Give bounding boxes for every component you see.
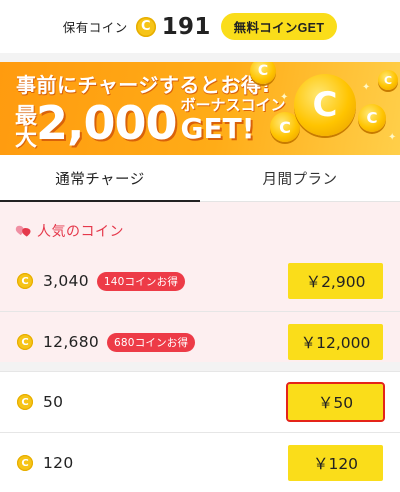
bonus-coin-banner[interactable]: 事前にチャージするとお得! 最大 2,000 ボーナスコイン GET! C C … [0, 62, 400, 155]
coin-icon: C [17, 273, 33, 289]
coin-icon: C [17, 334, 33, 350]
coin-amount: 50 [43, 393, 64, 411]
banner-coin-icon: C [378, 70, 398, 90]
price-button[interactable]: ￥50 [286, 382, 385, 422]
banner-coin-icon: C [358, 104, 386, 132]
banner-bonus-amount: 2,000 [36, 96, 178, 150]
bonus-badge: 680コインお得 [107, 332, 196, 352]
free-coin-get-button[interactable]: 無料コインGET [220, 13, 338, 40]
tab-normal-charge[interactable]: 通常チャージ [0, 155, 200, 202]
price-button[interactable]: ￥12,000 [288, 324, 383, 360]
coin-package-row: C 12,680 680コインお得 ￥12,000 [0, 312, 400, 372]
tab-monthly-plan[interactable]: 月間プラン [200, 155, 400, 201]
banner-offer: 最大 2,000 ボーナスコイン GET! [11, 96, 308, 150]
bonus-badge: 140コインお得 [96, 271, 186, 291]
popular-coins-section: 人気のコイン C 3,040 140コインお得 ￥2,900 C 12,680 … [0, 202, 400, 362]
sparkle-icon: ✦ [388, 132, 397, 143]
coin-package-row: C 50 ￥50 [0, 372, 400, 432]
coin-icon: C [17, 455, 33, 471]
banner-max-label: 最大 [11, 104, 36, 148]
owned-coin-count: 191 [161, 13, 211, 40]
coin-package-row: C 3,040 140コインお得 ￥2,900 [0, 251, 400, 311]
sparkle-icon: ✦ [280, 92, 289, 103]
coin-icon: C [17, 394, 33, 410]
banner-headline: 事前にチャージするとお得! [16, 73, 272, 97]
sparkle-icon: ✦ [362, 82, 371, 93]
owned-coins-label: 保有コイン [62, 20, 128, 35]
banner-large-coin-icon: C [294, 74, 356, 136]
coin-amount: 3,040 [43, 272, 89, 290]
banner-coin-icon: C [250, 62, 276, 84]
popular-coins-title: 人気のコイン [37, 224, 124, 240]
charge-tabs: 通常チャージ 月間プラン [0, 155, 400, 202]
price-button[interactable]: ￥2,900 [288, 263, 383, 299]
heart-icon [15, 225, 31, 237]
banner-bonus-text: ボーナスコイン GET! [181, 96, 286, 144]
coin-purchase-page: 保有コイン C 191 無料コインGET 事前にチャージするとお得! 最大 2,… [0, 0, 400, 492]
price-button[interactable]: ￥120 [288, 445, 383, 481]
coin-icon: C [135, 16, 156, 37]
popular-coins-header: 人気のコイン [14, 221, 124, 241]
coin-package-row: C 120 ￥120 [0, 433, 400, 492]
owned-coins-bar: 保有コイン C 191 無料コインGET [0, 0, 400, 53]
coin-amount: 12,680 [43, 333, 100, 351]
coin-amount: 120 [43, 454, 74, 472]
